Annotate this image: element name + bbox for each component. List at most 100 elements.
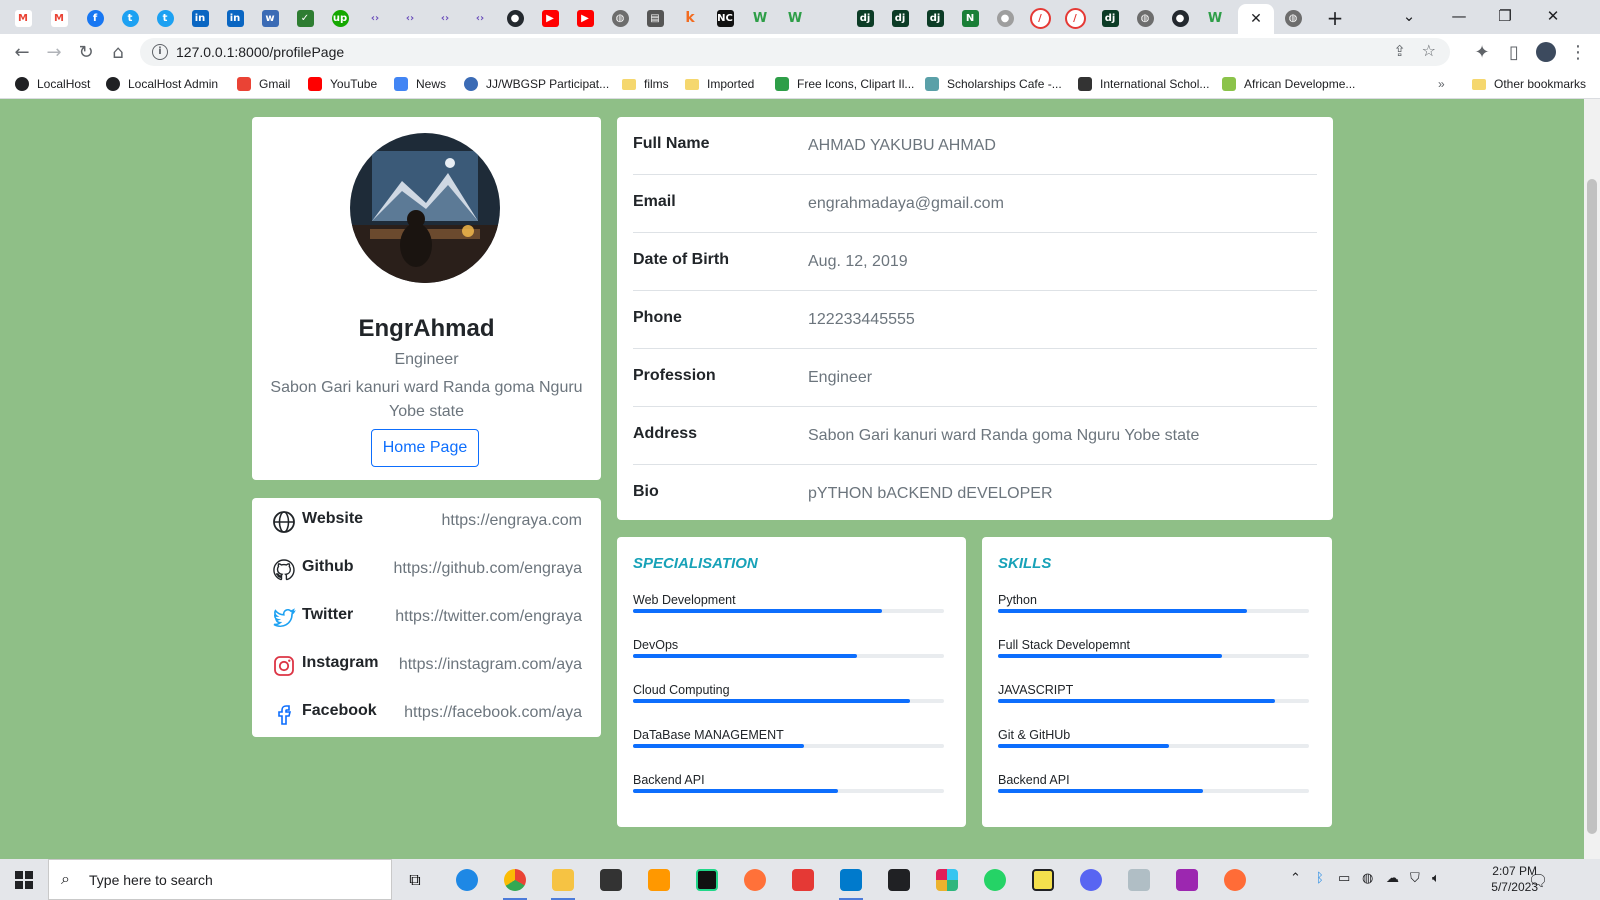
social-value[interactable]: https://twitter.com/engraya <box>395 608 582 626</box>
taskbar-app-red[interactable] <box>788 865 818 895</box>
minimize-button[interactable]: — <box>1436 0 1482 32</box>
social-row-twitter[interactable]: Twitter https://twitter.com/engraya <box>272 600 582 640</box>
scrollbar-thumb[interactable] <box>1587 179 1597 834</box>
tab-github-2[interactable]: ● <box>1163 4 1197 32</box>
bookmark-jjwbgsp[interactable]: JJ/WBGSP Participat... <box>464 75 609 93</box>
bookmark-free-icons[interactable]: Free Icons, Clipart Il... <box>775 75 914 93</box>
tab-search-button[interactable]: ⌄ <box>1386 0 1432 32</box>
tab-gmail-2[interactable]: M <box>42 4 76 32</box>
bookmark-youtube[interactable]: YouTube <box>308 75 377 93</box>
bookmark-localhost-admin[interactable]: LocalHost Admin <box>106 75 218 93</box>
taskbar-sublime[interactable] <box>644 865 674 895</box>
menu-button[interactable]: ⋮ <box>1566 40 1590 64</box>
bookmark-international-schol[interactable]: International Schol... <box>1078 75 1209 93</box>
notifications-icon[interactable]: 🗨︎ <box>1528 871 1548 890</box>
home-page-button[interactable]: Home Page <box>371 429 479 467</box>
site-info-icon[interactable]: i <box>152 44 168 60</box>
bluetooth-icon[interactable]: ᛒ <box>1316 871 1324 886</box>
social-row-github[interactable]: Github https://github.com/engraya <box>272 552 582 592</box>
tab-w-3[interactable]: W <box>1198 4 1232 32</box>
taskbar-vscode[interactable] <box>836 865 866 900</box>
taskbar-pycharm[interactable] <box>692 865 722 895</box>
tab-code-4[interactable]: ‹› <box>463 4 497 32</box>
social-row-instagram[interactable]: Instagram https://instagram.com/aya <box>272 648 582 688</box>
bookmark-folder-films[interactable]: films <box>622 75 669 93</box>
bookmark-localhost[interactable]: LocalHost <box>15 75 90 93</box>
taskbar-postman[interactable] <box>1220 865 1250 895</box>
side-panel-button[interactable]: ▯ <box>1502 40 1526 64</box>
cloud-icon[interactable]: ☁ <box>1386 871 1399 886</box>
tab-n[interactable]: N <box>953 4 987 32</box>
volume-icon[interactable]: 🔈︎ <box>1432 871 1440 886</box>
page-scrollbar[interactable] <box>1584 99 1600 859</box>
taskbar-search[interactable]: ⌕ Type here to search <box>48 859 392 900</box>
share-icon[interactable]: ⇪ <box>1393 42 1406 60</box>
close-window-button[interactable]: ✕ <box>1530 0 1576 32</box>
bookmarks-overflow-button[interactable]: » <box>1438 75 1445 93</box>
tab-site-3[interactable]: ▤ <box>638 4 672 32</box>
taskbar-file-explorer[interactable] <box>548 865 578 900</box>
tab-dot[interactable]: ● <box>988 4 1022 32</box>
tab-linkedin-2[interactable]: in <box>218 4 252 32</box>
other-bookmarks[interactable]: Other bookmarks <box>1472 75 1586 93</box>
taskbar-store[interactable] <box>596 865 626 895</box>
start-button[interactable] <box>0 859 48 900</box>
tab-gmail[interactable]: M <box>6 4 40 32</box>
taskbar-slack[interactable] <box>932 865 962 895</box>
bookmark-african-development[interactable]: African Developme... <box>1222 75 1355 93</box>
taskbar-app-m[interactable] <box>1172 865 1202 895</box>
social-row-website[interactable]: Website https://engraya.com <box>272 504 582 544</box>
home-button[interactable]: ⌂ <box>106 40 130 64</box>
bookmark-scholarships-cafe[interactable]: Scholarships Cafe -... <box>925 75 1062 93</box>
taskbar-discord[interactable] <box>1076 865 1106 895</box>
task-view-button[interactable]: ⧉ <box>400 865 430 895</box>
tab-linkedin[interactable]: in <box>183 4 217 32</box>
address-url[interactable]: 127.0.0.1:8000/profilePage <box>176 44 344 60</box>
address-bar[interactable]: i 127.0.0.1:8000/profilePage ⇪ ☆ <box>140 38 1450 66</box>
tab-active-profile[interactable]: ✕ <box>1238 4 1274 34</box>
tab-w-2[interactable]: W <box>778 4 812 32</box>
bookmark-folder-imported[interactable]: Imported <box>685 75 754 93</box>
tab-facebook[interactable]: f <box>78 4 112 32</box>
forward-button[interactable]: → <box>42 40 66 64</box>
tab-django-4[interactable]: dj <box>1093 4 1127 32</box>
tab-site[interactable]: w <box>253 4 287 32</box>
close-tab-icon[interactable]: ✕ <box>1250 11 1262 27</box>
tab-youtube-2[interactable]: ▶ <box>568 4 602 32</box>
tab-globe-2[interactable]: ◍ <box>1128 4 1162 32</box>
security-icon[interactable]: ⛉ <box>1410 871 1420 886</box>
tab-upwork[interactable]: up <box>323 4 357 32</box>
tab-youtube[interactable]: ▶ <box>533 4 567 32</box>
taskbar-app-gray[interactable] <box>1124 865 1154 895</box>
taskbar-edge[interactable] <box>452 865 482 895</box>
tab-w[interactable]: W <box>743 4 777 32</box>
back-button[interactable]: ← <box>10 40 34 64</box>
bookmark-star-icon[interactable]: ☆ <box>1422 41 1436 60</box>
bookmark-gmail[interactable]: Gmail <box>237 75 290 93</box>
bookmark-news[interactable]: News <box>394 75 446 93</box>
social-value[interactable]: https://engraya.com <box>441 512 582 530</box>
tab-globe[interactable]: ◍ <box>603 4 637 32</box>
tab-code[interactable]: ‹› <box>358 4 392 32</box>
tab-django[interactable]: dj <box>848 4 882 32</box>
tab-twitter[interactable]: t <box>113 4 147 32</box>
tab-django-3[interactable]: dj <box>918 4 952 32</box>
social-value[interactable]: https://facebook.com/aya <box>404 704 582 722</box>
tab-k[interactable]: k <box>673 4 707 32</box>
tab-code-3[interactable]: ‹› <box>428 4 462 32</box>
social-value[interactable]: https://instagram.com/aya <box>399 656 582 674</box>
reload-button[interactable]: ↻ <box>74 40 98 64</box>
new-tab-button[interactable]: + <box>1318 4 1352 32</box>
tab-github[interactable]: ● <box>498 4 532 32</box>
tab-nc[interactable]: NC <box>708 4 742 32</box>
restore-button[interactable]: ❐ <box>1482 0 1528 32</box>
taskbar-mail[interactable] <box>884 865 914 895</box>
profile-button[interactable] <box>1534 40 1558 64</box>
extensions-button[interactable]: ✦ <box>1470 40 1494 64</box>
tab-site-2[interactable]: ✓ <box>288 4 322 32</box>
network-globe-icon[interactable]: ◍ <box>1362 871 1373 886</box>
taskbar-chrome[interactable] <box>500 865 530 900</box>
taskbar-firefox[interactable] <box>740 865 770 895</box>
social-value[interactable]: https://github.com/engraya <box>393 560 582 578</box>
tab-django-2[interactable]: dj <box>883 4 917 32</box>
